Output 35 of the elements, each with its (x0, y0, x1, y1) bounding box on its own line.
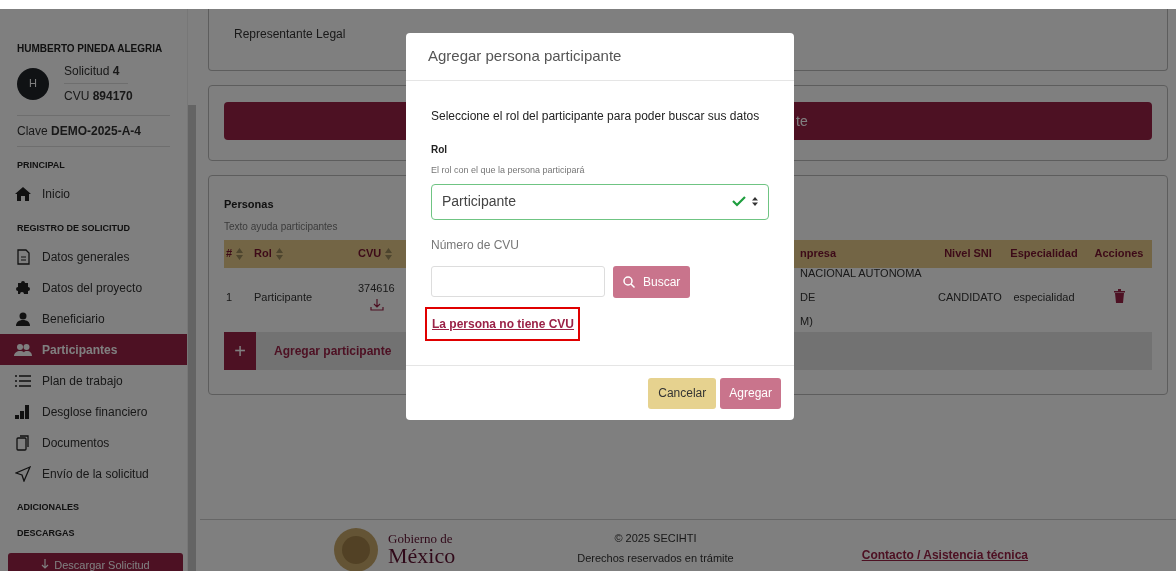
column-header: # (226, 246, 233, 262)
section-heading: PRINCIPAL (17, 159, 66, 172)
column-header: CVU (358, 246, 382, 262)
table-cell-text: 374616 (358, 281, 395, 297)
table-cell: especialidad (1013, 290, 1075, 303)
section-heading: ADICIONALES (17, 501, 80, 514)
table-cell: Participante (254, 290, 313, 303)
table-cell: CANDIDATO (938, 290, 1002, 303)
logo-text: Gobierno de (388, 531, 454, 545)
clave-label: Clave DEMO-2025-A-4 (17, 123, 143, 140)
role-label: Representante Legal (234, 27, 346, 41)
modal-title: Agregar persona participante (428, 46, 622, 67)
table-cell: NACIONAL AUTONOMA DE M) (800, 266, 922, 327)
section-title: Personas (224, 197, 274, 212)
field-label: Rol (431, 143, 449, 157)
section-heading: REGISTRO DE SOLICITUD (17, 221, 131, 235)
section-heading: DESCARGAS (17, 526, 76, 540)
solicitud-number: Solicitud 4 (64, 62, 128, 84)
column-header: Especialidad (1010, 246, 1078, 262)
avatar: H (17, 67, 49, 100)
table-cell: 1 (226, 290, 233, 303)
field-label: Número de CVU (431, 236, 521, 254)
column-header: Rol (254, 246, 272, 262)
column-header: Nivel SNI (944, 246, 992, 262)
action-bar-text: te (796, 111, 808, 131)
helper-text: El rol con el que la persona participará (431, 164, 586, 177)
logo-text: México (388, 544, 456, 567)
cvu-number: CVU 894170 (64, 88, 133, 105)
rights-text: Derechos reservados en trámite (577, 550, 734, 566)
user-name: HUMBERTO PINEDA ALEGRIA (17, 42, 164, 56)
column-header: Acciones (1094, 246, 1144, 262)
instruction-text: Seleccione el rol del participante para poder buscar sus datos (431, 108, 761, 125)
copyright-text: © 2025 SECIHTI (614, 531, 697, 546)
helper-text: Texto ayuda participantes (224, 219, 338, 234)
column-header: npresa (800, 246, 837, 262)
